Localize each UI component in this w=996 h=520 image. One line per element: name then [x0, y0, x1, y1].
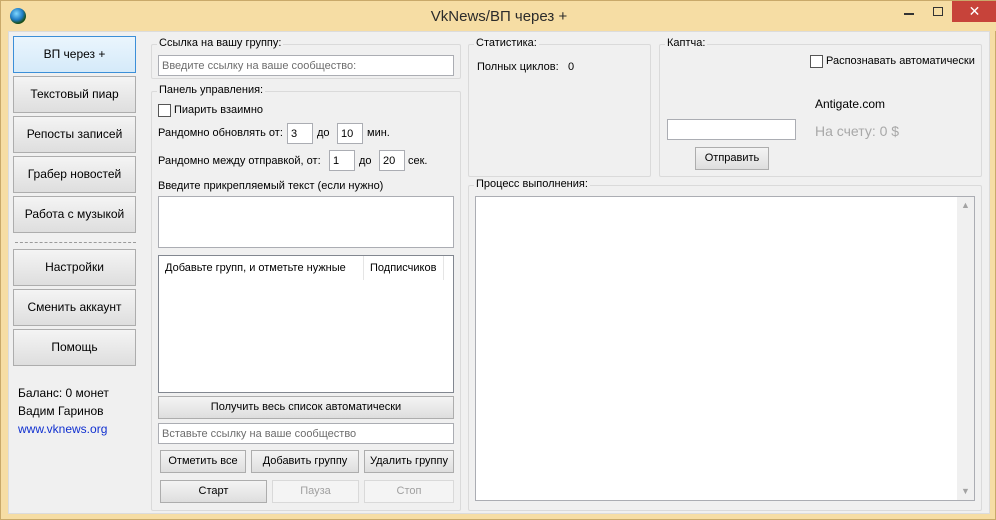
- nav-reposts-button[interactable]: Репосты записей: [13, 116, 136, 153]
- maximize-icon: [932, 7, 943, 16]
- send-to-label: до: [359, 155, 372, 167]
- sidebar-divider: [15, 242, 136, 243]
- insert-group-link-input[interactable]: [158, 423, 454, 444]
- maximize-button[interactable]: [923, 1, 952, 22]
- cycles-label: Полных циклов:: [477, 61, 559, 73]
- app-window: VkNews/ВП через + ✕ ВП через + Текстовый…: [0, 0, 996, 520]
- control-panel: Панель управления: Пиарить взаимно Рандо…: [151, 84, 461, 511]
- captcha-input[interactable]: [667, 119, 796, 140]
- auto-recognize-label: Распознавать автоматически: [826, 55, 975, 67]
- group-link-box: Ссылка на вашу группу:: [151, 37, 461, 79]
- get-all-list-button[interactable]: Получить весь список автоматически: [158, 396, 454, 419]
- antigate-service-label: Antigate.com: [815, 97, 886, 111]
- nav-text-pr-button[interactable]: Текстовый пиар: [13, 76, 136, 113]
- add-group-button[interactable]: Добавить группу: [251, 450, 359, 473]
- process-label: Процесс выполнения:: [474, 178, 590, 190]
- mutual-pr-checkbox[interactable]: [158, 104, 171, 117]
- start-button[interactable]: Старт: [160, 480, 267, 503]
- nav-vp-plus-button[interactable]: ВП через +: [13, 36, 136, 73]
- group-link-label: Ссылка на вашу группу:: [157, 37, 284, 49]
- refresh-to-label: до: [317, 127, 330, 139]
- send-interval-label: Рандомно между отправкой, от:: [158, 155, 321, 167]
- captcha-send-button[interactable]: Отправить: [695, 147, 769, 170]
- minimize-button[interactable]: [894, 1, 923, 22]
- mutual-pr-label: Пиарить взаимно: [174, 104, 264, 116]
- title-bar[interactable]: VkNews/ВП через + ✕: [1, 1, 996, 31]
- captcha-box: Каптча: Распознавать автоматически Antig…: [659, 37, 982, 177]
- pause-button[interactable]: Пауза: [272, 480, 359, 503]
- nav-news-grabber-button[interactable]: Грабер новостей: [13, 156, 136, 193]
- window-title: VkNews/ВП через +: [430, 8, 568, 25]
- subscribers-column-header[interactable]: Подписчиков: [364, 256, 444, 280]
- antigate-balance: На счету: 0 $: [815, 123, 900, 139]
- process-log[interactable]: ▲ ▼: [475, 196, 975, 501]
- cycles-value: 0: [568, 61, 575, 73]
- site-link[interactable]: www.vknews.org: [18, 422, 107, 436]
- nav-change-account-button[interactable]: Сменить аккаунт: [13, 289, 136, 326]
- groups-listview[interactable]: Добавьте групп, и отметьте нужные Подпис…: [158, 255, 454, 393]
- nav-settings-button[interactable]: Настройки программы: [13, 249, 136, 309]
- refresh-unit-label: мин.: [367, 127, 390, 139]
- statistics-box: Статистика: Полных циклов: 0: [468, 37, 651, 177]
- captcha-label: Каптча:: [665, 37, 708, 49]
- process-box: Процесс выполнения: ▲ ▼: [468, 178, 982, 511]
- delete-group-button[interactable]: Удалить группу: [364, 450, 454, 473]
- send-from-input[interactable]: [329, 150, 355, 171]
- attached-text-label: Введите прикрепляемый текст (если нужно): [158, 180, 384, 192]
- groups-column-header[interactable]: Добавьте групп, и отметьте нужные: [159, 256, 364, 280]
- auto-recognize-checkbox[interactable]: [810, 55, 823, 68]
- minimize-icon: [903, 13, 914, 15]
- control-panel-label: Панель управления:: [157, 84, 266, 96]
- attached-text-area[interactable]: [158, 196, 454, 248]
- user-name: Вадим Гаринов: [18, 404, 104, 418]
- group-link-input[interactable]: [158, 55, 454, 76]
- scroll-up-icon[interactable]: ▲: [957, 197, 974, 214]
- send-to-input[interactable]: [379, 150, 405, 171]
- balance-text: Баланс: 0 монет: [18, 386, 109, 400]
- stop-button[interactable]: Стоп: [364, 480, 454, 503]
- nav-help-button[interactable]: Помощь: [13, 329, 136, 366]
- refresh-from-label: Рандомно обновлять от:: [158, 127, 283, 139]
- log-scrollbar[interactable]: ▲ ▼: [957, 197, 974, 500]
- close-button[interactable]: ✕: [952, 1, 996, 22]
- sidebar: ВП через + Текстовый пиар Репосты записе…: [9, 32, 144, 513]
- nav-music-button[interactable]: Работа с музыкой: [13, 196, 136, 233]
- statistics-label: Статистика:: [474, 37, 539, 49]
- send-unit-label: сек.: [408, 155, 428, 167]
- refresh-from-input[interactable]: [287, 123, 313, 144]
- refresh-to-input[interactable]: [337, 123, 363, 144]
- client-area: ВП через + Текстовый пиар Репосты записе…: [8, 31, 990, 514]
- mark-all-button[interactable]: Отметить все: [160, 450, 246, 473]
- scroll-down-icon[interactable]: ▼: [957, 483, 974, 500]
